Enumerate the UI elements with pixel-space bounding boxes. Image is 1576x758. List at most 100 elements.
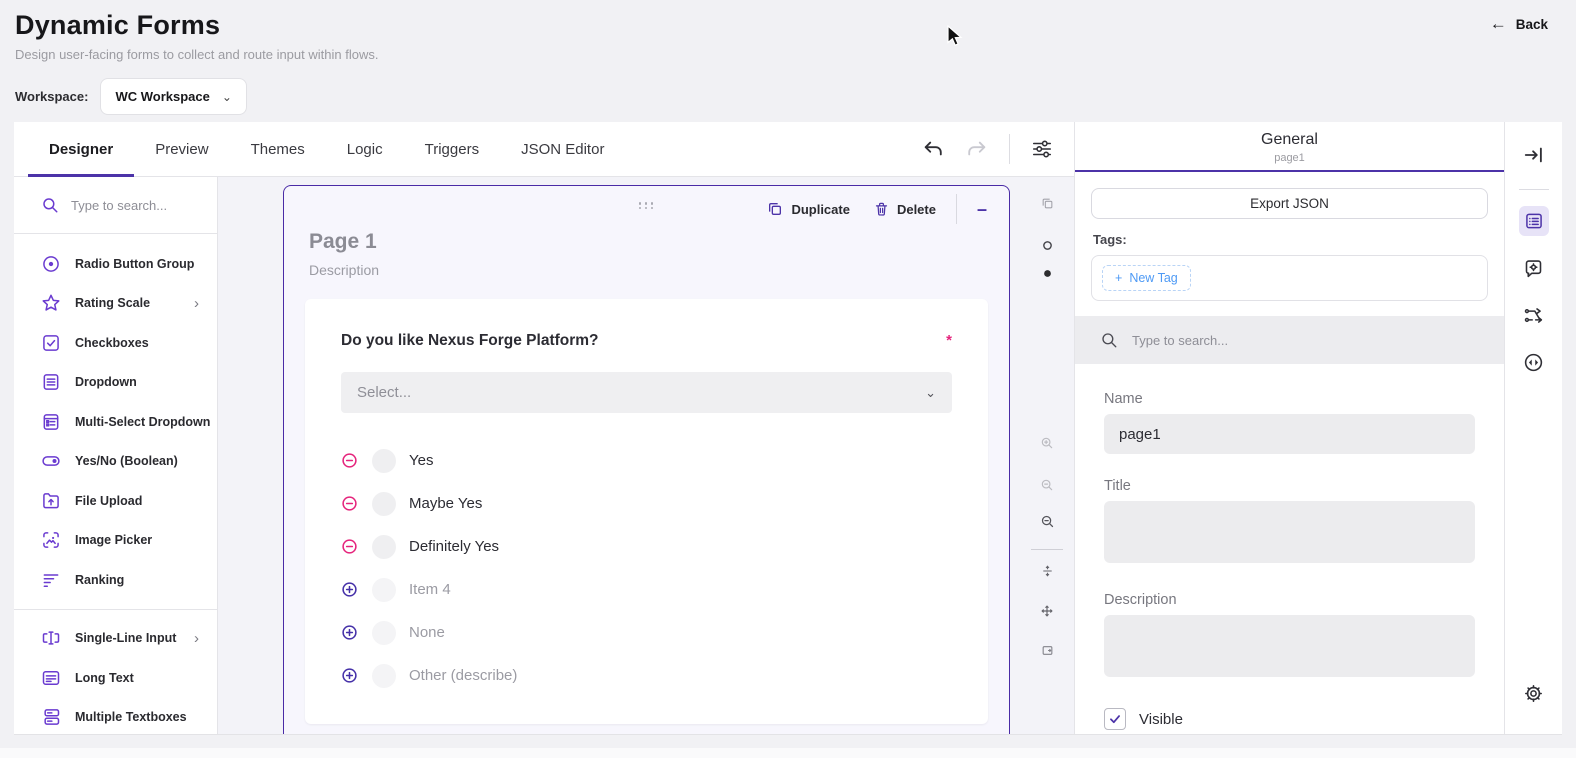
add-choice-icon[interactable] <box>341 667 358 684</box>
radio-circle[interactable] <box>372 535 396 559</box>
toolbox-item-image-picker[interactable]: Image Picker <box>14 521 217 561</box>
toolbox-item-radio-button-group[interactable]: Radio Button Group <box>14 244 217 284</box>
question-title[interactable]: Do you like Nexus Forge Platform? <box>341 332 599 350</box>
back-button[interactable]: ← Back <box>1490 14 1548 34</box>
tab-themes[interactable]: Themes <box>230 122 326 176</box>
page-card-title[interactable]: Page 1 <box>309 230 1009 254</box>
page-nav-dot-filled[interactable] <box>1043 269 1052 278</box>
property-search-input[interactable] <box>1132 333 1332 348</box>
flow-shuffle-icon[interactable] <box>1519 300 1549 330</box>
toolbox-item-long-text[interactable]: Long Text <box>14 658 217 698</box>
question-select[interactable]: Select... ⌄ <box>341 372 952 413</box>
toggle-icon <box>41 451 61 471</box>
name-field[interactable] <box>1104 414 1475 454</box>
page-card-description[interactable]: Description <box>309 262 1009 278</box>
checkbox-icon <box>41 333 61 353</box>
radio-group-icon <box>41 254 61 274</box>
properties-tab-icon[interactable] <box>1519 206 1549 236</box>
question-card[interactable]: Do you like Nexus Forge Platform? * Sele… <box>305 299 988 724</box>
collapse-panel-icon[interactable] <box>1519 140 1549 170</box>
new-tag-button[interactable]: + New Tag <box>1102 265 1191 291</box>
bottom-bar <box>0 748 1576 758</box>
choice-row-maybe-yes: Maybe Yes <box>341 482 952 525</box>
add-choice-icon[interactable] <box>341 624 358 641</box>
strip-divider <box>1031 549 1063 550</box>
long-text-icon <box>41 668 61 688</box>
toolbox-item-dropdown[interactable]: Dropdown <box>14 363 217 403</box>
multiple-textboxes-icon <box>41 707 61 727</box>
gear-icon[interactable] <box>1519 678 1549 708</box>
search-icon <box>1100 331 1118 349</box>
title-field[interactable] <box>1104 501 1475 563</box>
copy-page-icon[interactable] <box>1041 197 1054 210</box>
right-icon-strip <box>1504 122 1562 734</box>
visible-checkbox[interactable] <box>1104 708 1126 730</box>
tags-box: + New Tag <box>1091 255 1488 301</box>
toolbox-item-multiple-textboxes[interactable]: Multiple Textboxes <box>14 698 217 735</box>
chevron-right-icon[interactable]: › <box>194 295 207 312</box>
chevron-right-icon[interactable]: › <box>194 630 207 647</box>
toolbox-item-rating-scale[interactable]: Rating Scale › <box>14 284 217 324</box>
radio-circle[interactable] <box>372 492 396 516</box>
duplicate-icon <box>767 201 783 217</box>
visible-label: Visible <box>1139 711 1183 728</box>
fit-page-icon[interactable] <box>1040 604 1054 618</box>
radio-circle[interactable] <box>372 621 396 645</box>
tab-logic[interactable]: Logic <box>326 122 404 176</box>
tab-bar: Designer Preview Themes Logic Triggers J… <box>14 122 1074 177</box>
remove-choice-icon[interactable] <box>341 538 358 555</box>
delete-button[interactable]: Delete <box>862 195 948 223</box>
toolbox-list: Radio Button Group Rating Scale › Checkb… <box>14 234 217 734</box>
choice-row-definitely-yes: Definitely Yes <box>341 525 952 568</box>
export-json-button[interactable]: Export JSON <box>1091 188 1488 219</box>
fit-height-icon[interactable] <box>1041 564 1054 578</box>
add-choice-icon[interactable] <box>341 581 358 598</box>
workspace-select[interactable]: WC Workspace ⌄ <box>100 78 246 115</box>
zoom-out-icon[interactable] <box>1040 478 1054 492</box>
multiselect-dropdown-icon <box>41 412 61 432</box>
workspace-value: WC Workspace <box>115 89 209 104</box>
tabbar-divider <box>1009 134 1010 164</box>
remove-choice-icon[interactable] <box>341 495 358 512</box>
toolbox-item-multi-select-dropdown[interactable]: Multi-Select Dropdown <box>14 402 217 442</box>
property-panel-title: General <box>1075 131 1504 149</box>
page-card[interactable]: Duplicate Delete – Page 1 Descript <box>283 185 1010 734</box>
chat-settings-icon[interactable] <box>1519 253 1549 283</box>
creator-panel: Designer Preview Themes Logic Triggers J… <box>14 122 1562 735</box>
toolbox-item-checkboxes[interactable]: Checkboxes <box>14 323 217 363</box>
toolbox-search[interactable] <box>14 177 217 234</box>
zoom-in-icon[interactable] <box>1040 436 1054 450</box>
tab-json-editor[interactable]: JSON Editor <box>500 122 625 176</box>
toolbox-item-file-upload[interactable]: File Upload <box>14 481 217 521</box>
tab-preview[interactable]: Preview <box>134 122 229 176</box>
tab-triggers[interactable]: Triggers <box>404 122 500 176</box>
duplicate-button[interactable]: Duplicate <box>755 195 862 223</box>
toolbox-item-single-line-input[interactable]: Single-Line Input › <box>14 619 217 659</box>
toolbox-divider <box>14 609 217 610</box>
property-search[interactable] <box>1075 316 1504 364</box>
page-title: Dynamic Forms <box>15 10 1552 41</box>
tab-designer[interactable]: Designer <box>28 122 134 176</box>
radio-circle[interactable] <box>372 449 396 473</box>
collapse-page-button[interactable]: – <box>965 199 999 220</box>
radio-circle[interactable] <box>372 578 396 602</box>
page-nav-dot-outline[interactable] <box>1042 240 1053 251</box>
undo-icon[interactable] <box>915 131 951 167</box>
drag-handle[interactable] <box>639 202 655 209</box>
toolbox-item-ranking[interactable]: Ranking <box>14 560 217 600</box>
chevron-down-icon: ⌄ <box>222 90 232 104</box>
page-preview-icon[interactable] <box>1041 644 1054 657</box>
compare-toggle-icon[interactable] <box>1519 347 1549 377</box>
workspace-label: Workspace: <box>15 89 88 104</box>
radio-circle[interactable] <box>372 664 396 688</box>
file-upload-icon <box>41 491 61 511</box>
required-marker: * <box>946 332 952 349</box>
settings-sliders-icon[interactable] <box>1024 131 1060 167</box>
zoom-reset-icon[interactable] <box>1040 514 1055 529</box>
back-arrow-icon: ← <box>1490 14 1507 34</box>
toolbox-item-boolean[interactable]: Yes/No (Boolean) <box>14 442 217 482</box>
toolbox-search-input[interactable] <box>71 198 191 213</box>
redo-icon[interactable] <box>959 131 995 167</box>
description-field[interactable] <box>1104 615 1475 677</box>
remove-choice-icon[interactable] <box>341 452 358 469</box>
